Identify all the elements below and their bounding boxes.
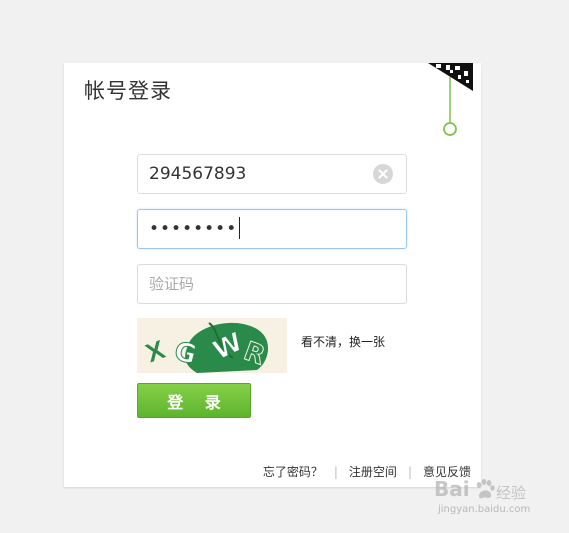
- text-caret: [239, 216, 241, 239]
- password-input[interactable]: ••••••••: [137, 209, 407, 249]
- login-button[interactable]: 登 录: [137, 383, 251, 418]
- page-title: 帐号登录: [84, 79, 172, 103]
- link-separator: |: [407, 464, 412, 479]
- captcha-placeholder: 验证码: [149, 275, 195, 293]
- captcha-input[interactable]: 验证码: [137, 264, 407, 304]
- baidu-jingyan-watermark: Bai 经验 jingyan.baidu.com: [422, 474, 552, 524]
- paw-icon: [476, 479, 495, 499]
- qr-code-corner-icon[interactable]: [428, 63, 473, 138]
- password-masked-value: ••••••••: [149, 210, 241, 248]
- register-link[interactable]: 注册空间: [349, 463, 397, 480]
- watermark-brand: Bai: [434, 477, 470, 501]
- account-input[interactable]: 294567893: [137, 154, 407, 194]
- clear-circle-icon[interactable]: [373, 164, 393, 184]
- login-panel: 帐号登录 294567893 •••••••• 验证码 X G W R 看不清，…: [64, 63, 481, 487]
- captcha-refresh-link[interactable]: 看不清，换一张: [301, 333, 385, 350]
- account-value: 294567893: [149, 164, 247, 184]
- link-separator: |: [333, 464, 338, 479]
- forgot-password-link[interactable]: 忘了密码？: [263, 463, 323, 480]
- captcha-image[interactable]: X G W R: [137, 318, 287, 373]
- watermark-brand-cn: 经验: [496, 484, 527, 502]
- watermark-url: jingyan.baidu.com: [438, 504, 531, 515]
